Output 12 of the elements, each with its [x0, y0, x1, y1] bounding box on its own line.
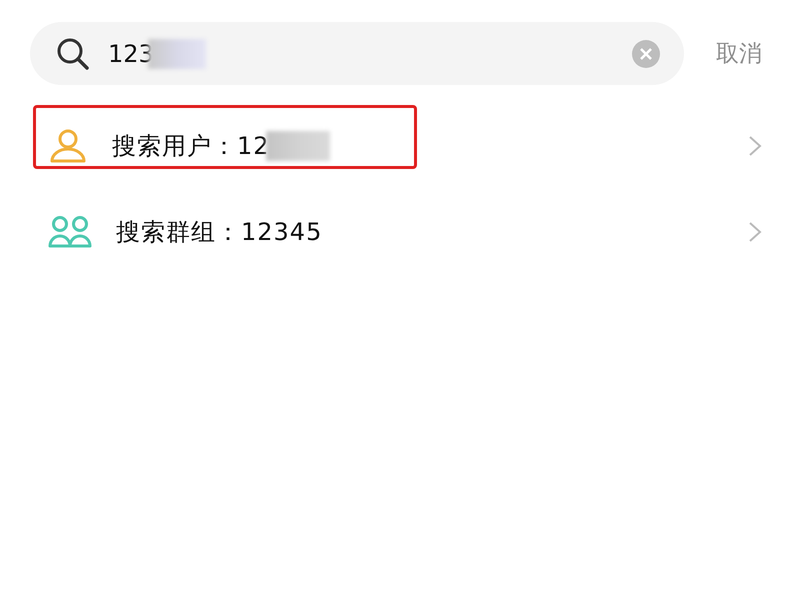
result-row[interactable]: 搜索用户：12 [0, 103, 800, 189]
result-row[interactable]: 搜索群组：12345 [0, 189, 800, 275]
result-label: 搜索群组：12345 [116, 217, 322, 248]
clear-icon[interactable] [632, 40, 660, 68]
search-text: 123 [108, 40, 154, 68]
search-field[interactable]: 123 [30, 22, 684, 85]
search-icon [56, 36, 90, 70]
people-icon [48, 215, 92, 249]
person-icon [48, 129, 88, 163]
result-label: 搜索用户：12 [112, 131, 270, 162]
chevron-icon [748, 135, 762, 157]
chevron-icon [748, 221, 762, 243]
